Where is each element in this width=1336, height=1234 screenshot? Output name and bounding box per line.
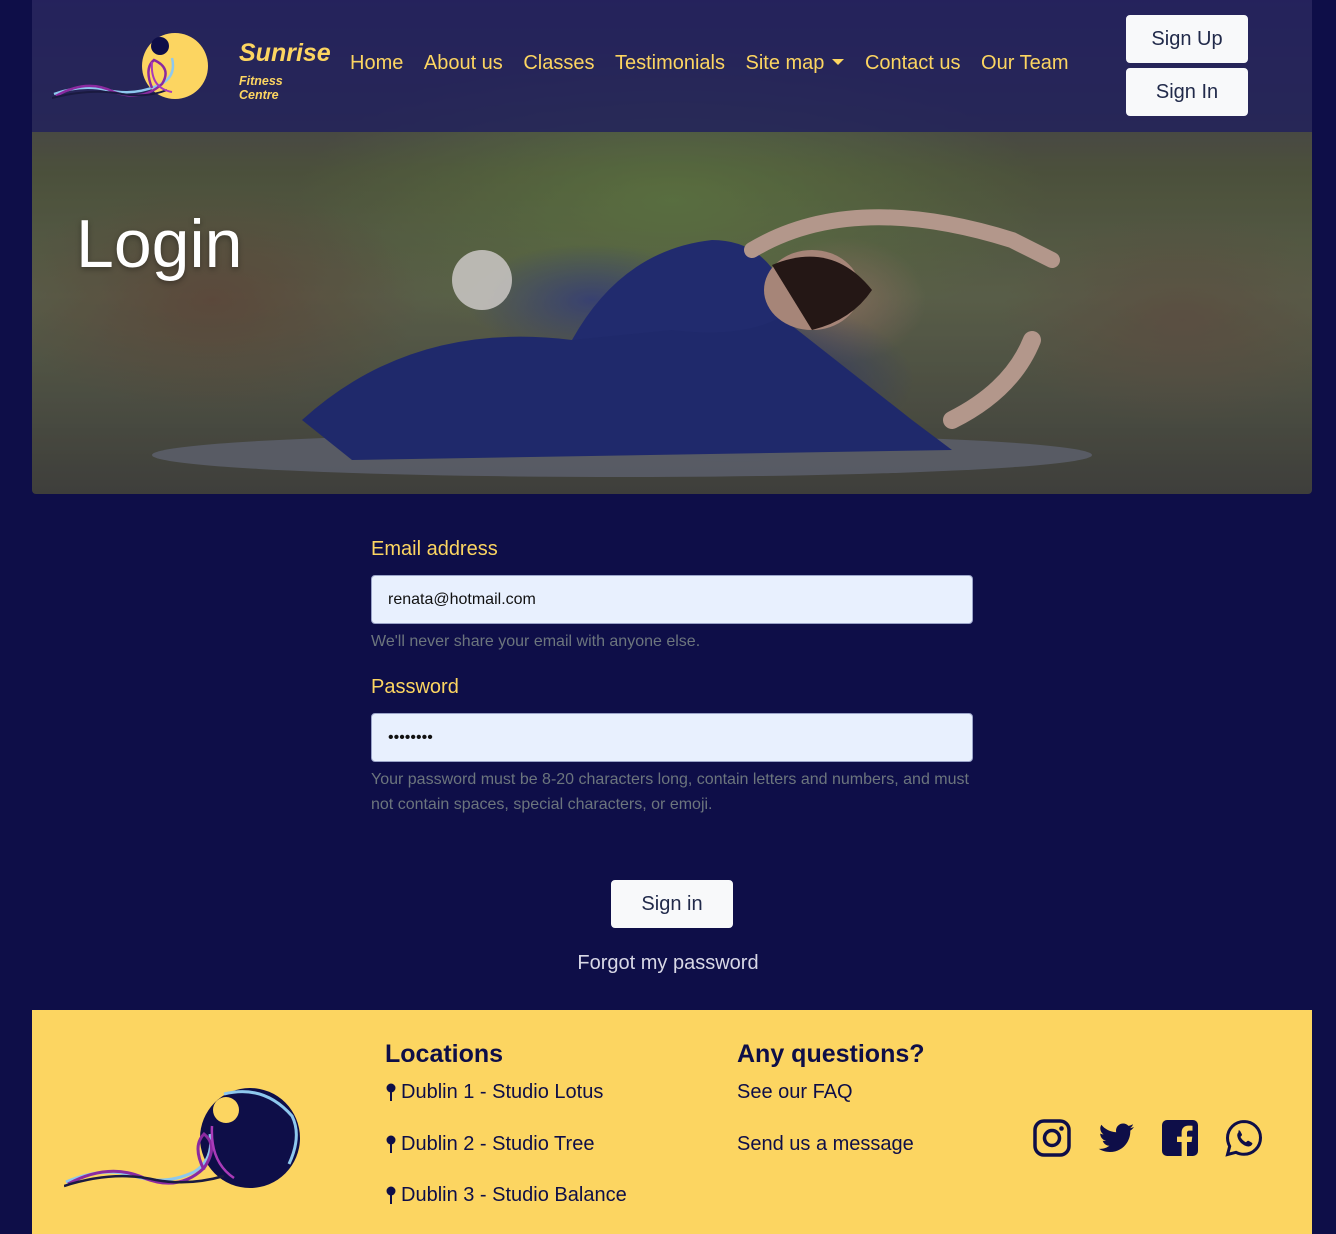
location-item[interactable]: Dublin 1 - Studio Lotus xyxy=(385,1081,627,1133)
location-label: Dublin 1 - Studio Lotus xyxy=(401,1081,604,1103)
navbar: Sunrise Fitness Centre Home About us Cla… xyxy=(32,0,1312,132)
questions-column: Any questions? See our FAQ Send us a mes… xyxy=(737,1040,925,1184)
password-help-text: Your password must be 8-20 characters lo… xyxy=(371,771,969,813)
nav-contact-us[interactable]: Contact us xyxy=(865,52,961,75)
nav-testimonials[interactable]: Testimonials xyxy=(615,52,725,75)
nav-home[interactable]: Home xyxy=(350,52,403,75)
location-label: Dublin 2 - Studio Tree xyxy=(401,1132,595,1155)
map-pin-icon xyxy=(386,1186,396,1204)
brand-subtitle: Fitness Centre xyxy=(239,74,283,102)
map-pin-icon xyxy=(386,1135,396,1153)
location-label: Dublin 3 - Studio Balance xyxy=(401,1184,627,1206)
sign-in-submit-button[interactable]: Sign in xyxy=(611,880,733,928)
email-field[interactable]: renata@hotmail.com xyxy=(371,575,973,624)
password-field[interactable]: •••••••• xyxy=(371,713,973,762)
nav-classes[interactable]: Classes xyxy=(523,52,594,75)
hero-banner: Sunrise Fitness Centre Home About us Cla… xyxy=(32,0,1312,494)
nav-links: Home About us Classes Testimonials Site … xyxy=(350,52,1089,75)
brand-name: Sunrise xyxy=(239,39,331,67)
email-help-text: We'll never share your email with anyone… xyxy=(371,633,701,650)
nav-site-map-label: Site map xyxy=(745,52,825,74)
forgot-password-link[interactable]: Forgot my password xyxy=(0,952,1336,975)
brand-link[interactable]: Sunrise Fitness Centre xyxy=(52,28,331,104)
sunrise-footer-logo-icon xyxy=(64,1088,300,1188)
sign-up-button[interactable]: Sign Up xyxy=(1126,15,1248,63)
locations-heading: Locations xyxy=(385,1040,504,1068)
password-label: Password xyxy=(371,676,459,698)
nav-about-us[interactable]: About us xyxy=(424,52,503,75)
nav-our-team[interactable]: Our Team xyxy=(981,52,1068,75)
email-label: Email address xyxy=(371,538,498,560)
whatsapp-icon[interactable] xyxy=(1224,1118,1264,1158)
sunrise-logo-icon xyxy=(52,33,208,99)
instagram-icon[interactable] xyxy=(1032,1118,1072,1158)
map-pin-icon xyxy=(386,1083,396,1101)
caret-down-icon xyxy=(832,59,845,65)
footer: Locations Dublin 1 - Studio Lotus Dublin… xyxy=(32,1010,1312,1234)
location-item[interactable]: Dublin 3 - Studio Balance xyxy=(385,1184,627,1234)
social-links xyxy=(1032,1118,1288,1158)
nav-site-map-dropdown[interactable]: Site map xyxy=(746,52,845,75)
page-title: Login xyxy=(76,206,243,282)
faq-link[interactable]: See our FAQ xyxy=(737,1081,925,1133)
login-form: Email address renata@hotmail.com We'll n… xyxy=(371,538,973,817)
facebook-icon[interactable] xyxy=(1160,1118,1200,1158)
send-message-link[interactable]: Send us a message xyxy=(737,1133,925,1185)
twitter-icon[interactable] xyxy=(1096,1118,1136,1158)
locations-column: Locations Dublin 1 - Studio Lotus Dublin… xyxy=(385,1040,627,1234)
sign-in-nav-button[interactable]: Sign In xyxy=(1126,68,1248,116)
questions-heading: Any questions? xyxy=(737,1040,925,1068)
location-item[interactable]: Dublin 2 - Studio Tree xyxy=(385,1133,627,1185)
